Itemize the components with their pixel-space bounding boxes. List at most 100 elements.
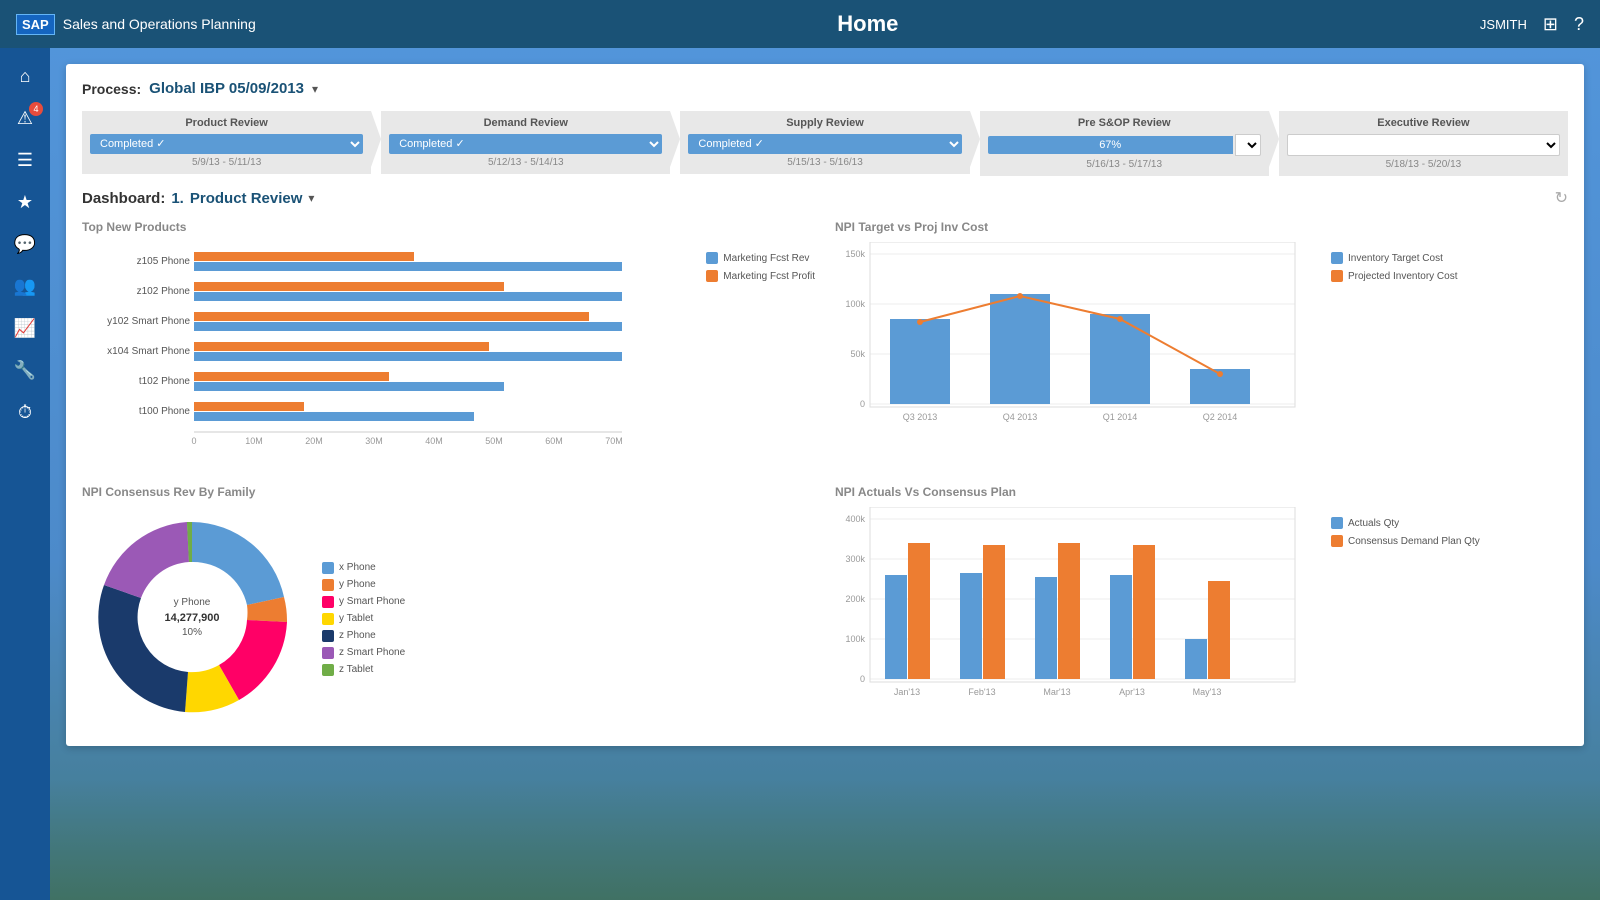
legend-zsmartphone: z Smart Phone: [322, 647, 405, 659]
legend-label-ytablet: y Tablet: [339, 613, 373, 624]
legend-xphone: x Phone: [322, 562, 405, 574]
bar-mar-con: [1058, 543, 1080, 679]
svg-text:Q3 2013: Q3 2013: [903, 412, 938, 422]
sidebar-star-icon[interactable]: ★: [5, 184, 45, 220]
legend-ztablet: z Tablet: [322, 664, 405, 676]
refresh-icon[interactable]: ↻: [1555, 188, 1568, 208]
center-pct: 10%: [182, 627, 202, 638]
bar: [194, 292, 622, 301]
sidebar-home-icon[interactable]: ⌂: [5, 58, 45, 94]
top-new-products-title: Top New Products: [82, 220, 815, 234]
hbar-svg: z105 Phone z102 Phone y102 Smart Phone: [82, 242, 622, 462]
legend-label-xphone: x Phone: [339, 562, 376, 573]
top-new-products-legend: Marketing Fcst Rev Marketing Fcst Profit: [706, 242, 815, 465]
svg-text:Jan'13: Jan'13: [894, 687, 920, 697]
svg-text:Q2 2014: Q2 2014: [1203, 412, 1238, 422]
grid-icon[interactable]: ⊞: [1543, 14, 1558, 35]
svg-text:60M: 60M: [545, 436, 563, 446]
bar-apr-con: [1133, 545, 1155, 679]
sidebar-clock-icon[interactable]: ⏱: [5, 394, 45, 430]
legend-label-inv: Inventory Target Cost: [1348, 253, 1443, 264]
svg-text:Q4 2013: Q4 2013: [1003, 412, 1038, 422]
step-presop-review: Pre S&OP Review 67% 5/16/13 - 5/17/13: [980, 111, 1269, 176]
npi-actuals-legend: Actuals Qty Consensus Demand Plan Qty: [1331, 507, 1480, 727]
process-value[interactable]: Global IBP 05/09/2013: [149, 80, 304, 97]
user-name[interactable]: JSMITH: [1480, 17, 1527, 32]
svg-text:Mar'13: Mar'13: [1043, 687, 1070, 697]
bar-feb-act: [960, 573, 982, 679]
sidebar-alert-icon[interactable]: ⚠4: [5, 100, 45, 136]
sap-logo: SAP: [16, 14, 55, 35]
legend-proj-inv: Projected Inventory Cost: [1331, 270, 1458, 282]
svg-text:May'13: May'13: [1193, 687, 1222, 697]
legend-color-consensus: [1331, 535, 1343, 547]
legend-color-zsmartphone: [322, 647, 334, 659]
legend-label-ysmartphone: y Smart Phone: [339, 596, 405, 607]
bar: [194, 282, 504, 291]
process-header: Process: Global IBP 05/09/2013 ▾: [82, 80, 1568, 97]
step2-select[interactable]: Completed ✓: [389, 134, 662, 154]
legend-yphone: y Phone: [322, 579, 405, 591]
step3-select[interactable]: Completed ✓: [688, 134, 961, 154]
bar-jan-act: [885, 575, 907, 679]
step-product-review: Product Review Completed ✓ 5/9/13 - 5/11…: [82, 111, 371, 176]
step-executive-review: Executive Review 5/18/13 - 5/20/13: [1279, 111, 1568, 176]
line-projected: [920, 296, 1220, 374]
legend-label-proj: Projected Inventory Cost: [1348, 271, 1458, 282]
step3-date: 5/15/13 - 5/16/13: [688, 157, 961, 168]
bar: [194, 382, 504, 391]
legend-item-rev: Marketing Fcst Rev: [706, 252, 815, 264]
svg-text:200k: 200k: [845, 594, 865, 604]
bar-apr-act: [1110, 575, 1132, 679]
center-label: y Phone: [174, 597, 211, 608]
npi-target-svg: 150k 100k 50k 0: [835, 242, 1315, 462]
topbar-left: SAP Sales and Operations Planning: [16, 14, 256, 35]
svg-text:0: 0: [860, 399, 865, 409]
home-heading: Home: [837, 11, 898, 37]
top-new-products-content: z105 Phone z102 Phone y102 Smart Phone: [82, 242, 815, 465]
npi-target-content: 150k 100k 50k 0: [835, 242, 1568, 462]
dashboard-dropdown-icon[interactable]: ▾: [308, 191, 314, 205]
process-dropdown-icon[interactable]: ▾: [312, 82, 318, 96]
bar: [194, 322, 622, 331]
point-q2: [1217, 371, 1223, 377]
step4-title: Pre S&OP Review: [988, 117, 1261, 129]
bar-feb-con: [983, 545, 1005, 679]
legend-label-ztablet: z Tablet: [339, 664, 373, 675]
process-label: Process:: [82, 81, 141, 97]
legend-zphone: z Phone: [322, 630, 405, 642]
bar-q3: [890, 319, 950, 404]
step5-select[interactable]: [1287, 134, 1560, 156]
help-icon[interactable]: ?: [1574, 14, 1584, 35]
sidebar-tools-icon[interactable]: 🔧: [5, 352, 45, 388]
legend-color-zphone: [322, 630, 334, 642]
step5-title: Executive Review: [1287, 117, 1560, 129]
bar: [194, 312, 589, 321]
svg-text:0: 0: [860, 674, 865, 684]
bar-may-act: [1185, 639, 1207, 679]
sidebar-list-icon[interactable]: ☰: [5, 142, 45, 178]
step4-select[interactable]: [1235, 134, 1261, 156]
sidebar-chart-icon[interactable]: 📈: [5, 310, 45, 346]
npi-actuals-content: 400k 300k 200k 100k 0: [835, 507, 1568, 727]
svg-text:150k: 150k: [845, 249, 865, 259]
legend-color-ytablet: [322, 613, 334, 625]
step-demand-review: Demand Review Completed ✓ 5/12/13 - 5/14…: [381, 111, 670, 176]
svg-text:40M: 40M: [425, 436, 443, 446]
svg-text:100k: 100k: [845, 634, 865, 644]
bar-may-con: [1208, 581, 1230, 679]
dashboard-header: Dashboard: 1. Product Review ▾ ↻: [82, 188, 1568, 208]
step4-value: 67%: [988, 136, 1233, 154]
step1-select[interactable]: Completed ✓: [90, 134, 363, 154]
sidebar-chat-icon[interactable]: 💬: [5, 226, 45, 262]
step1-title: Product Review: [90, 117, 363, 129]
step2-title: Demand Review: [389, 117, 662, 129]
svg-text:100k: 100k: [845, 299, 865, 309]
bar: [194, 412, 474, 421]
sidebar-people-icon[interactable]: 👥: [5, 268, 45, 304]
npi-target-legend: Inventory Target Cost Projected Inventor…: [1331, 242, 1458, 462]
bar: [194, 372, 389, 381]
legend-item-profit: Marketing Fcst Profit: [706, 270, 815, 282]
center-value: 14,277,900: [164, 612, 219, 624]
bar: [194, 342, 489, 351]
